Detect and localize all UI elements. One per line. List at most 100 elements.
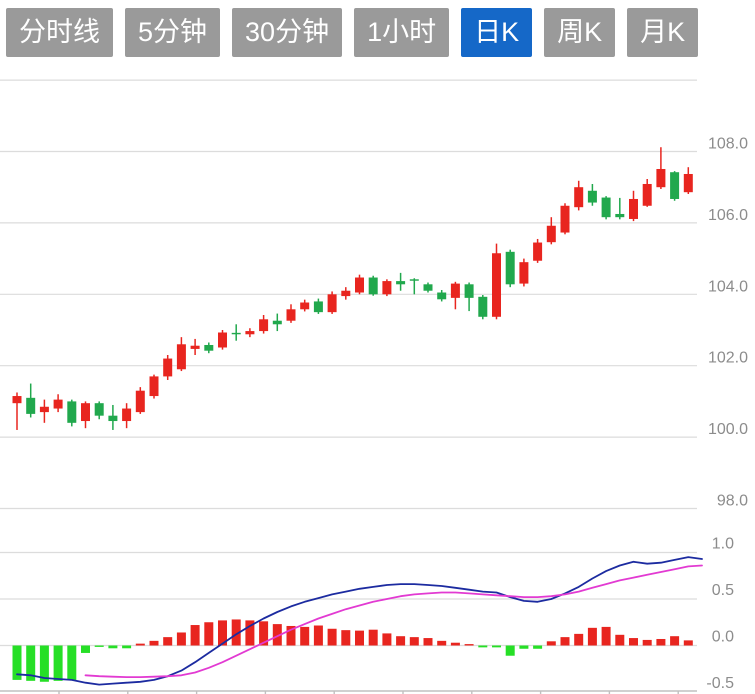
interval-button-30min[interactable]: 30分钟 [232,8,342,57]
kline-chart-app: 分时线 5分钟 30分钟 1小时 日K 周K 月K 108.0 106.0 104.… [0,0,755,694]
macd-histogram-bar-negative [492,646,501,648]
price-axis-label: 100.0 [708,421,748,438]
macd-histogram-bar-positive [300,627,309,646]
macd-histogram-bar-positive [424,638,433,645]
macd-histogram-bar-negative [54,646,63,681]
macd-axis-label: 1.0 [712,536,734,553]
macd-histogram-bar-negative [67,646,76,680]
candle-body-up [328,294,337,312]
candle-body-down [26,398,35,414]
candle-body-up [656,169,665,187]
macd-histogram-bar-positive [341,630,350,645]
candle-body-up [287,309,296,320]
candle-body-down [108,416,117,421]
candle-body-up [492,253,501,317]
candle-body-down [369,278,378,295]
candle-body-up [245,331,254,334]
macd-histogram-bar-negative [533,646,542,649]
macd-histogram-bar-positive [629,638,638,645]
candle-body-up [547,226,556,242]
candle-body-up [574,187,583,207]
candle-body-up [561,206,570,233]
macd-histogram-bar-negative [95,646,104,647]
candle-body-down [588,191,597,203]
candle-body-down [424,284,433,290]
candle-body-down [670,172,679,199]
interval-button-daily[interactable]: 日K [461,8,532,57]
macd-histogram-bar-positive [684,640,693,645]
candle-body-down [602,198,611,218]
macd-histogram-bar-positive [465,644,474,645]
candle-body-down [478,297,487,317]
macd-axis-label: 0.5 [712,582,734,599]
candle-body-up [451,284,460,298]
macd-histogram-bar-positive [615,635,624,646]
macd-histogram-bar-positive [451,643,460,646]
candle-body-down [95,403,104,415]
dea-line [86,566,703,678]
candle-body-up [684,174,693,192]
price-axis-label: 106.0 [708,207,748,224]
macd-histogram-bar-positive [150,641,159,646]
candle-body-up [177,344,186,369]
candle-body-down [204,345,213,351]
macd-axis-label: 0.0 [712,629,734,646]
candle-body-up [533,243,542,261]
candle-body-down [396,281,405,284]
candle-body-up [355,278,364,293]
interval-button-1hour[interactable]: 1小时 [354,8,449,57]
macd-histogram-bar-negative [506,646,515,656]
interval-button-weekly[interactable]: 周K [544,8,615,57]
macd-histogram-bar-positive [656,639,665,646]
candle-body-up [300,303,309,310]
candle-body-down [615,214,624,217]
macd-histogram-bar-positive [204,622,213,645]
dif-line [17,557,702,685]
macd-histogram-bar-positive [547,641,556,645]
candle-body-up [259,319,268,331]
candle-body-down [67,401,76,422]
macd-histogram-bar-positive [588,628,597,646]
price-axis-label: 98.0 [717,493,748,510]
macd-histogram-bar-negative [108,646,117,649]
macd-histogram-bar-negative [40,646,49,682]
candle-body-up [163,359,172,377]
macd-histogram-bar-positive [670,636,679,645]
interval-button-monthly[interactable]: 月K [627,8,698,57]
candle-body-up [519,262,528,283]
price-axis-label: 108.0 [708,136,748,153]
macd-histogram-bar-positive [177,632,186,645]
macd-histogram-bar-positive [396,636,405,645]
candle-body-down [465,284,474,298]
macd-histogram-bar-negative [122,646,131,649]
candle-body-up [122,409,131,421]
macd-histogram-bar-positive [355,631,364,646]
macd-histogram-bar-positive [163,637,172,645]
interval-button-5min[interactable]: 5分钟 [125,8,220,57]
macd-histogram-bar-positive [369,630,378,646]
candle-body-down [437,293,446,300]
candle-body-up [81,403,90,421]
macd-axis-label: -0.5 [706,675,734,692]
macd-histogram-bar-positive [136,644,145,646]
interval-button-timeline[interactable]: 分时线 [6,8,113,57]
macd-histogram-bar-negative [519,646,528,649]
candle-body-down [232,333,241,334]
price-axis-label: 104.0 [708,278,748,295]
candle-body-up [643,184,652,206]
candle-body-up [382,281,391,294]
macd-histogram-bar-positive [561,637,570,645]
macd-histogram-bar-positive [437,641,446,646]
macd-histogram-bar-positive [328,629,337,646]
candle-body-up [218,332,227,347]
candle-body-up [191,346,200,349]
candle-body-up [341,291,350,296]
macd-histogram-bar-negative [478,646,487,648]
macd-histogram-bar-positive [314,626,323,646]
macd-histogram-bar-positive [382,633,391,645]
candle-body-up [150,376,159,396]
price-axis-label: 102.0 [708,350,748,367]
candle-body-down [506,252,515,284]
macd-histogram-bar-negative [81,646,90,653]
macd-histogram-bar-positive [410,637,419,645]
